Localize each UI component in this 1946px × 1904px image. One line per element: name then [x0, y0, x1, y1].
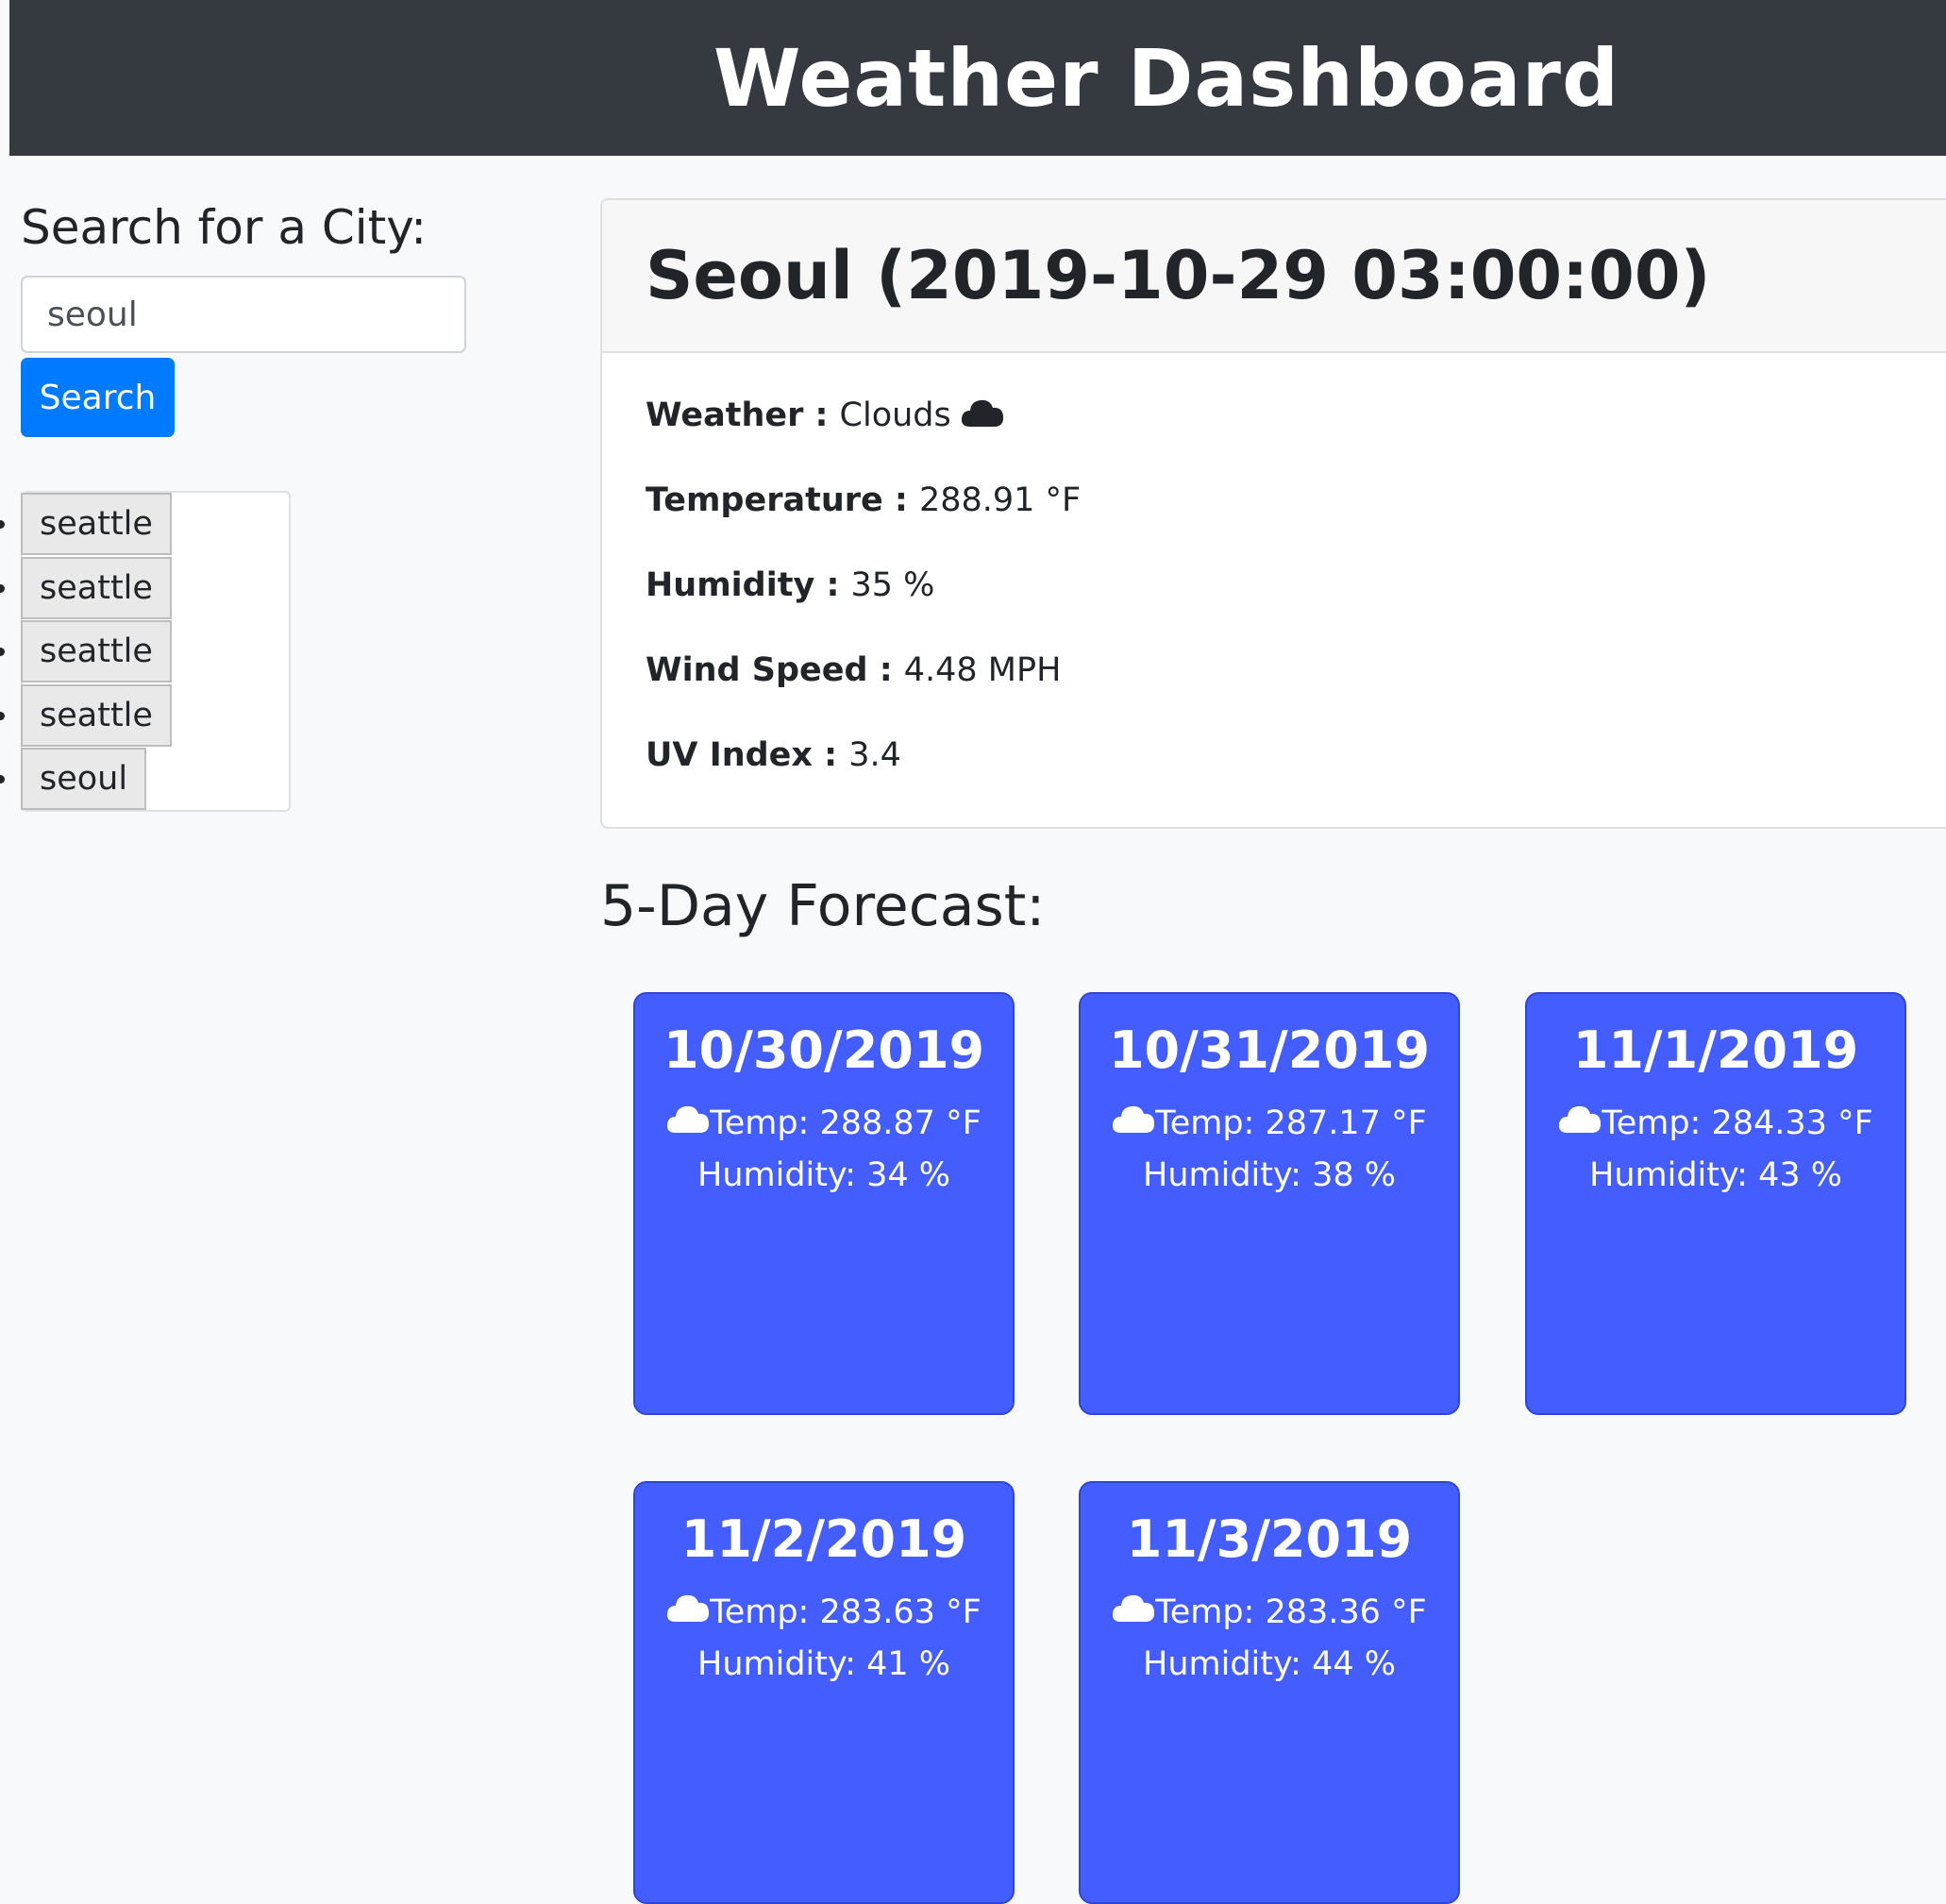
forecast-humidity: Humidity: 38 % — [1143, 1156, 1396, 1194]
history-item: seoul — [0, 748, 289, 812]
cloud-icon — [666, 1592, 710, 1632]
forecast-temp-row: Temp: 288.87 °F — [635, 1103, 1013, 1143]
forecast-temp: Temp: 288.87 °F — [710, 1104, 981, 1142]
forecast-humidity: Humidity: 44 % — [1143, 1645, 1396, 1683]
forecast-date: 11/1/2019 — [1572, 1020, 1859, 1080]
current-weather-card: Seoul (2019-10-29 03:00:00) Weather : Cl… — [600, 198, 1946, 829]
forecast-temp: Temp: 284.33 °F — [1602, 1104, 1873, 1142]
cloud-icon — [1112, 1103, 1155, 1143]
forecast-card: 10/30/2019 Temp: 288.87 °F Humidity: 34 … — [633, 992, 1015, 1415]
forecast-card: 11/3/2019 Temp: 283.36 °F Humidity: 44 % — [1079, 1481, 1460, 1904]
humidity-label: Humidity : — [646, 566, 840, 604]
cloud-icon — [1558, 1103, 1602, 1143]
forecast-humidity: Humidity: 41 % — [697, 1645, 950, 1683]
cloud-icon — [1112, 1592, 1155, 1632]
forecast-temp: Temp: 287.17 °F — [1155, 1104, 1427, 1142]
bullet-icon — [0, 711, 5, 720]
forecast-date: 10/30/2019 — [663, 1020, 985, 1080]
history-city-button[interactable]: seattle — [21, 556, 172, 619]
wind-speed-label: Wind Speed : — [646, 651, 893, 689]
bullet-icon — [0, 583, 5, 593]
forecast-temp: Temp: 283.63 °F — [710, 1592, 981, 1631]
history-item: seattle — [0, 683, 289, 749]
city-search-input[interactable] — [21, 276, 466, 353]
forecast-temp-row: Temp: 284.33 °F — [1527, 1103, 1904, 1143]
history-item: seattle — [0, 620, 289, 684]
history-city-button[interactable]: seattle — [21, 493, 172, 555]
current-weather-body: Weather : Clouds Temperature : 288.91 °F… — [602, 353, 1946, 821]
temperature-row: Temperature : 288.91 °F — [646, 481, 1914, 566]
forecast-humidity: Humidity: 43 % — [1589, 1156, 1842, 1194]
forecast-temp-row: Temp: 287.17 °F — [1081, 1103, 1458, 1143]
search-panel: Search for a City: Search seattle seattl… — [0, 200, 493, 812]
bullet-icon — [0, 520, 5, 529]
forecast-title: 5-Day Forecast: — [600, 873, 1046, 939]
forecast-card: 11/2/2019 Temp: 283.63 °F Humidity: 41 % — [633, 1481, 1015, 1904]
history-item: seattle — [0, 556, 289, 621]
forecast-temp-row: Temp: 283.63 °F — [635, 1592, 1013, 1632]
current-city-title: Seoul (2019-10-29 03:00:00) — [646, 237, 1711, 314]
bullet-icon — [0, 648, 5, 656]
uv-index-value: 3.4 — [848, 736, 901, 774]
current-weather-header: Seoul (2019-10-29 03:00:00) — [602, 200, 1946, 353]
forecast-date: 11/2/2019 — [680, 1509, 967, 1569]
history-city-button[interactable]: seoul — [21, 748, 147, 810]
uv-index-label: UV Index : — [646, 736, 838, 774]
history-city-button[interactable]: seattle — [21, 683, 172, 747]
bullet-icon — [0, 775, 5, 784]
temperature-value: 288.91 °F — [918, 481, 1082, 519]
temperature-label: Temperature : — [646, 481, 908, 519]
humidity-value: 35 % — [850, 566, 935, 604]
weather-value: Clouds — [839, 396, 951, 434]
forecast-card: 11/1/2019 Temp: 284.33 °F Humidity: 43 % — [1525, 992, 1906, 1415]
cloud-icon — [961, 396, 1004, 437]
top-header: Weather Dashboard — [9, 0, 1946, 156]
forecast-card: 10/31/2019 Temp: 287.17 °F Humidity: 38 … — [1079, 992, 1460, 1415]
forecast-temp: Temp: 283.36 °F — [1155, 1592, 1427, 1631]
wind-speed-value: 4.48 MPH — [903, 651, 1062, 689]
uv-index-row: UV Index : 3.4 — [646, 736, 1914, 821]
forecast-date: 10/31/2019 — [1108, 1020, 1431, 1080]
history-city-button[interactable]: seattle — [21, 620, 172, 682]
search-button[interactable]: Search — [21, 358, 175, 437]
forecast-date: 11/3/2019 — [1126, 1509, 1413, 1569]
forecast-temp-row: Temp: 283.36 °F — [1081, 1592, 1458, 1632]
weather-row: Weather : Clouds — [646, 396, 1914, 481]
search-heading: Search for a City: — [21, 200, 428, 255]
page-title: Weather Dashboard — [713, 31, 1620, 125]
history-item: seattle — [0, 493, 289, 557]
humidity-row: Humidity : 35 % — [646, 566, 1914, 651]
forecast-humidity: Humidity: 34 % — [697, 1156, 950, 1194]
weather-label: Weather : — [646, 396, 829, 434]
search-history-list: seattle seattle seattle seattle seoul — [0, 491, 291, 812]
cloud-icon — [666, 1103, 710, 1143]
wind-speed-row: Wind Speed : 4.48 MPH — [646, 651, 1914, 736]
